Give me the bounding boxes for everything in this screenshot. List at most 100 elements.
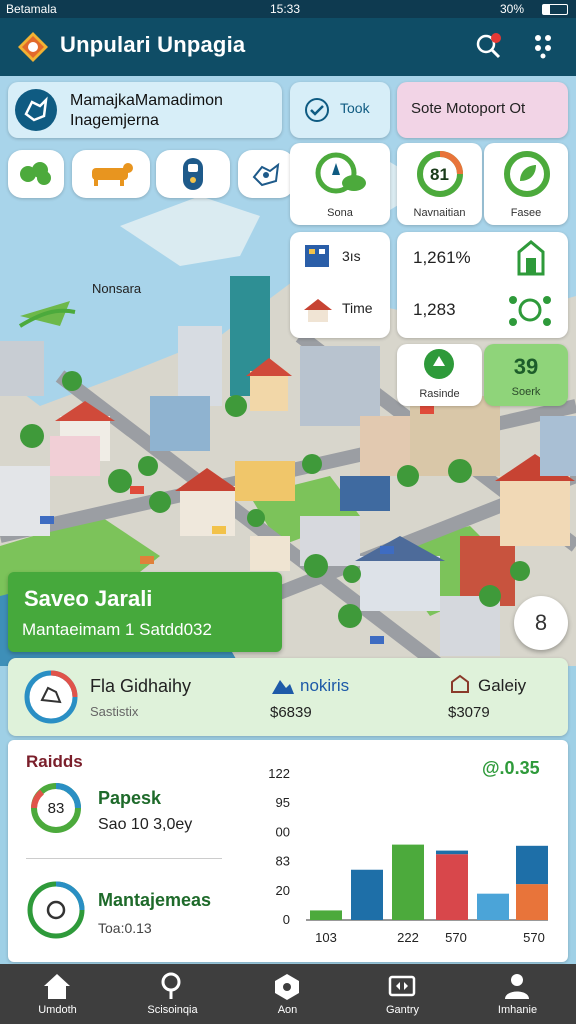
leaf-ring-icon [504, 151, 550, 197]
filter-pill-parks[interactable] [8, 150, 64, 198]
summary-item1-sub: Sastistix [90, 704, 139, 719]
y-tick-label: 0 [283, 912, 290, 927]
filter-pill-animals[interactable] [72, 150, 150, 198]
zoom-fab[interactable]: 8 [514, 596, 568, 650]
house-icon [304, 299, 332, 322]
stat-tile-score[interactable]: 39 Soerk [484, 344, 568, 406]
district-banner[interactable]: Saveo Jarali Mantaeimam 1 Satdd032 [8, 572, 282, 652]
bar-103-green [310, 910, 342, 920]
took-label: Took [340, 100, 370, 116]
hexagon-icon [275, 974, 299, 1000]
nav-label-profile: Imhanie [497, 1004, 538, 1016]
transit-icon [183, 158, 203, 190]
map-place-label: Nonsara [92, 281, 142, 296]
battery-icon [542, 4, 568, 15]
bar-570-blue [436, 850, 468, 855]
panel-heading: Raidds [26, 752, 83, 771]
summary-item1-title: Fla Gidhaihy [90, 676, 192, 696]
battery-text: 30% [500, 2, 525, 16]
target-icon [305, 98, 329, 122]
home-icon [44, 974, 70, 999]
tower-icon [517, 240, 545, 276]
nav-label-add: Aon [277, 1004, 298, 1016]
app-title: Unpulari Unpagia [60, 32, 246, 57]
stat-tile-sona[interactable]: Sona [290, 143, 390, 225]
gallery-house-icon [451, 674, 469, 693]
info-card-line2: Inagemjerna [70, 112, 159, 129]
x-tick-label: 103 [315, 930, 337, 945]
route-pin-icon [424, 349, 454, 379]
bar-103-blue [351, 869, 383, 920]
app-bar: Unpulari Unpagia [0, 18, 576, 76]
y-tick-label: 00 [276, 824, 290, 839]
info-card-line1: MamajkaMamadimon [70, 92, 223, 109]
nav-item-home[interactable]: Umdoth [0, 964, 115, 1024]
bar-chart: 122 95 00 83 20 0 103 222 570 570 [268, 766, 548, 945]
nav-item-add[interactable]: Aon [230, 964, 345, 1024]
stat-tile-navigation[interactable]: 81 Navnaitian [397, 143, 482, 225]
stat-tile-fasee-label: Fasee [510, 207, 542, 219]
growth-ring-icon [315, 152, 366, 194]
person-search-icon [161, 972, 181, 999]
logo-icon [18, 32, 48, 62]
banner-subtitle: Mantaeimam 1 Satdd032 [22, 620, 212, 639]
x-tick-label: 570 [445, 930, 467, 945]
tree-cluster-icon [20, 162, 51, 185]
stat-tile-rasinde[interactable]: Rasinde [397, 344, 482, 406]
filter-pill-transit[interactable] [156, 150, 230, 198]
summary-item2-value: $6839 [270, 704, 312, 721]
took-chip[interactable]: Took [290, 82, 390, 138]
carrier-text: Betamala [6, 2, 57, 16]
bar-570-orange [516, 884, 548, 920]
dashboard-icon [388, 975, 416, 997]
panel-divider [26, 858, 222, 859]
stat-tile-sona-label: Sona [327, 207, 353, 219]
nav-item-gantry[interactable]: Gantry [345, 964, 460, 1024]
stat-row1-percent: 1,261% [413, 248, 471, 267]
nav-label-home: Umdoth [38, 1004, 77, 1016]
filter-pill-districts[interactable] [238, 150, 294, 198]
panel-row1-badge: 83 [47, 800, 65, 817]
summary-item2-title: nokiris [300, 676, 350, 695]
report-chip[interactable]: Sote Motoport Ot [397, 82, 568, 138]
stat-row2-value: Time [342, 300, 373, 316]
panel-row2-title: Mantajemeas [98, 890, 212, 910]
panel-row1-title: Papesk [98, 788, 162, 808]
report-label: Sote Motoport Ot [411, 100, 526, 117]
summary-item3-value: $3079 [448, 704, 490, 721]
location-info-card[interactable]: MamajkaMamadimon Inagemjerna [8, 82, 282, 138]
district-badge-icon [24, 670, 78, 724]
stat-tile-rasinde-label: Rasinde [419, 388, 460, 400]
x-tick-label: 222 [397, 930, 419, 945]
stat-tile-navigation-value: 81 [430, 165, 449, 184]
more-options-icon[interactable] [532, 32, 554, 60]
bar-222-green [392, 844, 424, 920]
stat-tile-fasee[interactable]: Fasee [484, 143, 568, 225]
nav-item-profile[interactable]: Imhanie [460, 964, 575, 1024]
nav-item-search[interactable]: Scisoinqia [115, 964, 230, 1024]
building-icon [305, 245, 329, 267]
profile-icon [505, 974, 529, 999]
analytics-panel: Raidds @.0.35 83 Papesk Sao 10 3,0ey Man… [8, 740, 568, 962]
y-tick-label: 122 [268, 766, 290, 781]
bar-570-red [436, 854, 468, 920]
bar-570-blue [516, 845, 548, 885]
y-tick-label: 83 [276, 854, 290, 869]
stat-list-left[interactable]: 3ıs Time [290, 232, 390, 338]
summary-strip: Fla Gidhaihy Sastistix nokiris $6839 Gal… [8, 658, 568, 736]
summary-item3-title: Galeiy [478, 676, 527, 695]
y-tick-label: 95 [276, 795, 290, 810]
district-icon [252, 162, 280, 187]
panel-row2-sub: Toa:0.13 [98, 920, 152, 936]
bar-570-sky [477, 893, 509, 920]
stat-list-right[interactable]: 1,261% 1,283 [397, 232, 568, 338]
network-icon [509, 296, 551, 326]
clock-text: 15:33 [270, 2, 301, 16]
status-bar: Betamala 15:33 30% [0, 0, 576, 18]
search-icon[interactable] [474, 32, 502, 60]
banner-title: Saveo Jarali [24, 586, 153, 611]
settings-ring-icon [27, 881, 85, 939]
mountain-icon [272, 680, 294, 694]
stat-tile-score-value: 39 [513, 354, 539, 379]
animal-icon [92, 163, 133, 186]
